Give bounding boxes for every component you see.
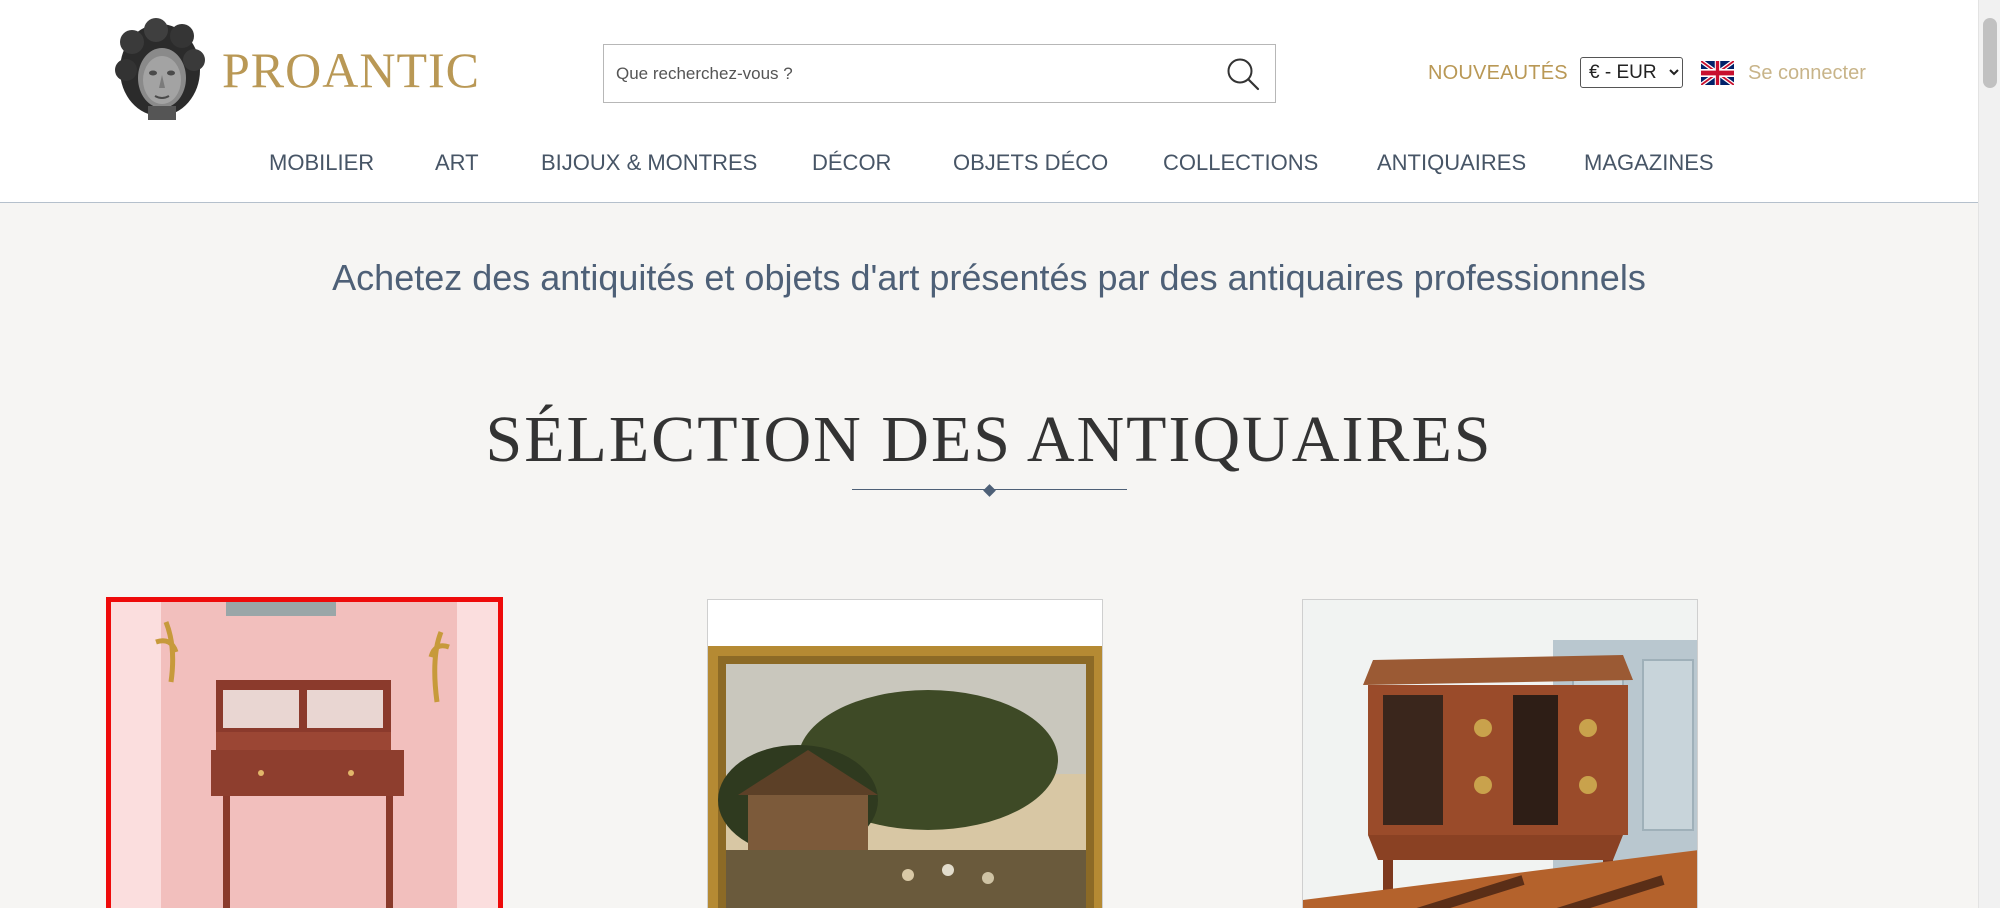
nav-item-art[interactable]: ART: [435, 150, 479, 176]
inlaid-commode-photo: [1303, 600, 1697, 908]
section-title: SÉLECTION DES ANTIQUAIRES: [485, 403, 1493, 476]
scrollbar-thumb[interactable]: [1983, 18, 1997, 88]
nav-item-decor[interactable]: DÉCOR: [812, 150, 891, 176]
nouveautes-link[interactable]: NOUVEAUTÉS: [1428, 61, 1568, 85]
product-card-writing-desk[interactable]: [106, 597, 503, 908]
page-tagline: Achetez des antiquités et objets d'art p…: [332, 257, 1646, 298]
logo-text: PROANTIC: [222, 42, 481, 98]
framed-landscape-painting-photo: [708, 600, 1102, 908]
nav-item-mobilier[interactable]: MOBILIER: [269, 150, 374, 176]
page-scrollbar[interactable]: [1978, 0, 2000, 908]
title-divider-ornament: [983, 484, 996, 497]
search-input[interactable]: [604, 45, 1204, 102]
nav-item-objets-deco[interactable]: OBJETS DÉCO: [953, 150, 1108, 176]
search-bar: [603, 44, 1276, 103]
product-card-landscape-painting[interactable]: [707, 599, 1103, 908]
product-card-commode[interactable]: [1302, 599, 1698, 908]
login-link[interactable]: Se connecter: [1748, 61, 1866, 85]
site-logo[interactable]: PROANTIC: [110, 18, 480, 122]
writing-desk-photo: [111, 602, 498, 908]
uk-flag-icon[interactable]: [1701, 61, 1734, 85]
search-icon[interactable]: [1225, 56, 1261, 92]
nav-item-magazines[interactable]: MAGAZINES: [1584, 150, 1714, 176]
currency-select[interactable]: € - EUR: [1580, 57, 1683, 88]
nav-item-antiquaires[interactable]: ANTIQUAIRES: [1377, 150, 1526, 176]
nav-item-collections[interactable]: COLLECTIONS: [1163, 150, 1318, 176]
statue-head-logo-icon: [115, 18, 205, 120]
main-nav: MOBILIER ART BIJOUX & MONTRES DÉCOR OBJE…: [0, 150, 1978, 180]
nav-item-bijoux-montres[interactable]: BIJOUX & MONTRES: [541, 150, 757, 176]
site-header: PROANTIC NOUVEAUTÉS € - EUR Se connecter…: [0, 0, 1978, 203]
